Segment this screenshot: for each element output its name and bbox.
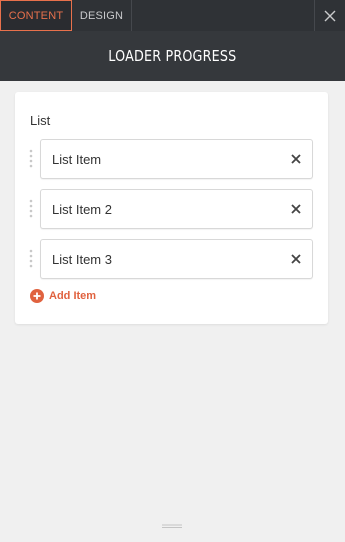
remove-item-icon[interactable] (290, 253, 302, 265)
list-row: List Item (15, 139, 328, 179)
list-item-label: List Item 2 (52, 201, 112, 217)
drag-handle-icon[interactable] (28, 149, 34, 169)
list-item[interactable]: List Item (40, 139, 313, 179)
close-icon (324, 10, 336, 21)
list-item[interactable]: List Item 2 (40, 189, 313, 229)
drag-handle-icon[interactable] (28, 199, 34, 219)
top-bar: CONTENT DESIGN (0, 0, 345, 31)
resize-handle-icon[interactable] (161, 524, 183, 530)
add-item-button[interactable]: Add Item (30, 289, 96, 303)
list-row: List Item 2 (15, 189, 328, 229)
plus-circle-icon (30, 289, 44, 303)
tab-design[interactable]: DESIGN (72, 0, 132, 31)
remove-item-icon[interactable] (290, 153, 302, 165)
list-row: List Item 3 (15, 239, 328, 279)
tab-content[interactable]: CONTENT (0, 0, 72, 31)
panel-title: LOADER PROGRESS (108, 47, 237, 65)
list-card: List List Item List Item 2 List Item 3 A… (15, 92, 328, 324)
list-item-label: List Item (52, 151, 102, 167)
remove-item-icon[interactable] (290, 203, 302, 215)
list-item[interactable]: List Item 3 (40, 239, 313, 279)
close-button[interactable] (314, 0, 345, 31)
list-item-label: List Item 3 (52, 251, 112, 267)
list-label: List (30, 113, 51, 128)
drag-handle-icon[interactable] (28, 249, 34, 269)
tab-bar-spacer (132, 0, 314, 31)
panel-header: LOADER PROGRESS (0, 31, 345, 81)
add-item-label: Add Item (49, 290, 97, 302)
